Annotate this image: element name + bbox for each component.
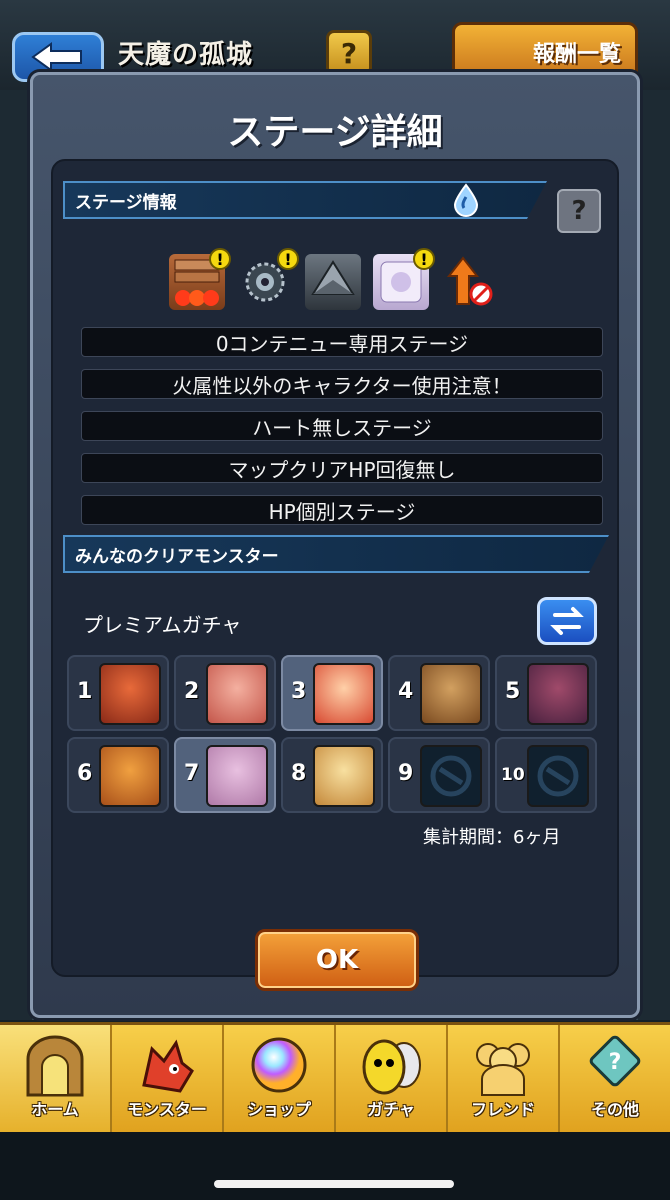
rule-no-continue: 0コンテニュー専用ステージ bbox=[81, 327, 603, 357]
no-speed-up-icon bbox=[441, 254, 497, 310]
rank-cell-10[interactable]: 10 bbox=[495, 737, 597, 813]
rank-cell-3[interactable]: 3 bbox=[281, 655, 383, 731]
clear-monster-header: みんなのクリアモンスター bbox=[63, 535, 609, 573]
right-rail bbox=[636, 90, 670, 1020]
stage-info-label: ステージ情報 bbox=[75, 192, 177, 213]
ok-label: OK bbox=[315, 945, 359, 975]
rank-cell-4[interactable]: 4 bbox=[388, 655, 490, 731]
friends-icon bbox=[476, 1043, 530, 1096]
rank-number: 7 bbox=[184, 761, 200, 786]
svg-text:?: ? bbox=[609, 1050, 622, 1075]
ok-button[interactable]: OK bbox=[255, 929, 419, 991]
swap-button[interactable] bbox=[537, 597, 597, 645]
locked-monster-icon bbox=[420, 745, 482, 807]
left-rail bbox=[0, 90, 34, 1020]
nav-other[interactable]: ? その他 bbox=[560, 1025, 670, 1132]
monster-portrait bbox=[420, 663, 482, 725]
monster-portrait bbox=[527, 663, 589, 725]
rank-number: 8 bbox=[291, 761, 307, 786]
rank-cell-7[interactable]: 7 bbox=[174, 737, 276, 813]
stage-detail-dialog: ステージ詳細 ステージ情報 ? ! ! ! 0コンテニュー専用ステージ 火属性以… bbox=[30, 72, 640, 1018]
menu-box-icon: ? bbox=[589, 1035, 641, 1087]
rule-fire-caution: 火属性以外のキャラクター使用注意！ bbox=[81, 369, 603, 399]
back-arrow-icon bbox=[31, 42, 82, 72]
rank-number: 6 bbox=[77, 761, 93, 786]
gacha-filter-label: プレミアムガチャ bbox=[83, 613, 242, 637]
rank-number: 10 bbox=[501, 765, 525, 785]
rank-number: 9 bbox=[398, 761, 414, 786]
swap-arrows-icon bbox=[550, 607, 584, 635]
locked-monster-icon bbox=[527, 745, 589, 807]
nav-home-label: ホーム bbox=[31, 1100, 79, 1119]
nav-friend[interactable]: フレンド bbox=[448, 1025, 560, 1132]
clear-monster-label: みんなのクリアモンスター bbox=[75, 546, 279, 567]
rank-cell-8[interactable]: 8 bbox=[281, 737, 383, 813]
crusher-icon bbox=[305, 254, 361, 310]
nav-monster[interactable]: モンスター bbox=[112, 1025, 224, 1132]
nav-gacha-label: ガチャ bbox=[367, 1100, 415, 1119]
rank-cell-1[interactable]: 1 bbox=[67, 655, 169, 731]
monster-portrait bbox=[313, 663, 375, 725]
bottom-nav: ホーム モンスター ショップ ガチャ フレンド ? その他 bbox=[0, 1022, 670, 1132]
dialog-title: ステージ詳細 bbox=[227, 112, 443, 153]
warning-mark: ! bbox=[413, 248, 435, 270]
panel-icon: ! bbox=[373, 248, 435, 310]
nav-other-label: その他 bbox=[590, 1100, 639, 1119]
rank-number: 2 bbox=[184, 679, 200, 704]
nav-friend-label: フレンド bbox=[470, 1100, 535, 1119]
monster-portrait bbox=[99, 663, 161, 725]
nav-home[interactable]: ホーム bbox=[0, 1025, 112, 1132]
reward-list-label: 報酬一覧 bbox=[532, 42, 621, 67]
rule-no-heart: ハート無しステージ bbox=[81, 411, 603, 441]
stage-info-help-button[interactable]: ? bbox=[557, 189, 601, 233]
rank-cell-5[interactable]: 5 bbox=[495, 655, 597, 731]
aggregation-period: 集計期間：6ヶ月 bbox=[423, 827, 561, 848]
water-drop-icon bbox=[453, 183, 479, 217]
home-gate-icon bbox=[26, 1035, 84, 1097]
egg-icon bbox=[362, 1039, 421, 1095]
warning-mark: ! bbox=[209, 248, 231, 270]
rule-no-hp-recovery: マップクリアHP回復無し bbox=[81, 453, 603, 483]
quest-title: 天魔の孤城 bbox=[118, 40, 254, 70]
top-help-button[interactable]: ? bbox=[326, 30, 372, 76]
orb-icon bbox=[251, 1037, 307, 1093]
clear-monster-ranking: 1 2 3 4 5 6 7 8 9 10 bbox=[67, 655, 599, 813]
rank-cell-2[interactable]: 2 bbox=[174, 655, 276, 731]
rank-number: 3 bbox=[291, 679, 307, 704]
nav-gacha[interactable]: ガチャ bbox=[336, 1025, 448, 1132]
gimmick-icons: ! ! ! bbox=[163, 248, 503, 313]
mine-icon: ! bbox=[237, 248, 299, 310]
warning-mark: ! bbox=[277, 248, 299, 270]
rank-number: 5 bbox=[505, 679, 521, 704]
rank-cell-9[interactable]: 9 bbox=[388, 737, 490, 813]
rank-number: 4 bbox=[398, 679, 414, 704]
monster-portrait bbox=[99, 745, 161, 807]
footer-background bbox=[0, 1132, 670, 1200]
rank-cell-6[interactable]: 6 bbox=[67, 737, 169, 813]
nav-shop[interactable]: ショップ bbox=[224, 1025, 336, 1132]
rule-individual-hp: HP個別ステージ bbox=[81, 495, 603, 525]
nav-monster-label: モンスター bbox=[127, 1100, 207, 1119]
monster-portrait bbox=[206, 745, 268, 807]
monster-portrait bbox=[313, 745, 375, 807]
rank-number: 1 bbox=[77, 679, 93, 704]
dragon-icon bbox=[142, 1039, 194, 1093]
home-indicator[interactable] bbox=[214, 1180, 454, 1188]
nav-shop-label: ショップ bbox=[246, 1100, 311, 1119]
monster-portrait bbox=[206, 663, 268, 725]
block-wall-icon: ! bbox=[169, 248, 231, 310]
